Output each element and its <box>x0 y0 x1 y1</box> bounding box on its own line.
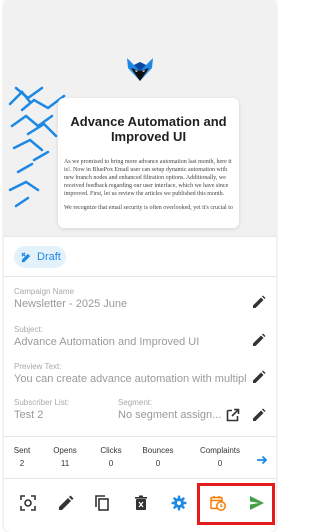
field-label: Subject: <box>14 325 43 334</box>
open-in-new-icon[interactable] <box>226 408 240 422</box>
stat-clicks: Clicks 0 <box>91 446 131 470</box>
settings-icon[interactable] <box>171 495 187 511</box>
stat-opens: Opens 11 <box>45 446 85 470</box>
campaign-card: Advance Automation and Improved UI As we… <box>4 0 276 532</box>
screenshot-icon[interactable] <box>20 495 36 511</box>
segment-field: Segment: No segment assign... <box>118 398 222 422</box>
stat-value: 0 <box>217 459 223 468</box>
stat-value: 0 <box>108 459 114 468</box>
field-label: Subscriber List: <box>14 398 70 407</box>
stat-bounces: Bounces 0 <box>138 446 178 470</box>
stat-complaints: Complaints 0 <box>190 446 250 470</box>
divider <box>4 436 276 437</box>
field-label: Campaign Name <box>14 287 75 296</box>
status-badge: Draft <box>14 246 66 268</box>
email-content: Advance Automation and Improved UI As we… <box>58 98 239 228</box>
stat-label: Clicks <box>100 446 122 455</box>
field-label: Segment: <box>118 398 153 407</box>
stat-label: Opens <box>53 446 77 455</box>
field-label: Preview Text: <box>14 362 62 371</box>
email-paragraph: We recognize that email security is ofte… <box>64 205 233 211</box>
field-value: No segment assign... <box>118 409 222 421</box>
field-value: Test 2 <box>14 409 44 421</box>
fox-logo-icon <box>127 58 153 81</box>
edit-icon[interactable] <box>252 333 266 347</box>
stat-value: 0 <box>155 459 161 468</box>
campaign-name-field: Campaign Name Newsletter - 2025 June <box>14 287 246 311</box>
email-title: Advance Automation and Improved UI <box>70 114 227 144</box>
arrow-right-icon[interactable] <box>256 454 268 466</box>
campaign-stats: Sent 2 Opens 11 Clicks 0 Bounces 0 Compl… <box>4 446 276 476</box>
edit-icon[interactable] <box>252 408 266 422</box>
send-icon[interactable] <box>249 495 265 511</box>
copy-icon[interactable] <box>94 495 110 511</box>
draft-pencil-icon <box>21 251 31 262</box>
divider <box>4 236 276 237</box>
subject-field: Subject: Advance Automation and Improved… <box>14 325 246 349</box>
field-value: Newsletter - 2025 June <box>14 298 128 310</box>
stat-value: 11 <box>60 459 70 468</box>
field-value: Advance Automation and Improved UI <box>14 336 200 348</box>
divider <box>4 478 276 479</box>
email-paragraph: As we promised to bring more advance aut… <box>64 159 232 197</box>
stat-label: Sent <box>13 446 31 455</box>
email-preview[interactable]: Advance Automation and Improved UI As we… <box>4 0 276 236</box>
field-value: You can create advance automation with m… <box>14 373 246 385</box>
stat-label: Complaints <box>199 446 240 455</box>
edit-icon[interactable] <box>252 295 266 309</box>
schedule-icon[interactable] <box>210 495 226 511</box>
edit-icon[interactable] <box>58 495 74 511</box>
preview-text-field: Preview Text: You can create advance aut… <box>14 362 246 386</box>
edit-icon[interactable] <box>252 370 266 384</box>
status-label: Draft <box>37 251 61 263</box>
delete-icon[interactable] <box>133 495 149 511</box>
stat-label: Bounces <box>142 446 174 455</box>
subscriber-list-field: Subscriber List: Test 2 <box>14 398 110 422</box>
divider <box>4 276 276 277</box>
stat-sent: Sent 2 <box>4 446 42 470</box>
stat-value: 2 <box>19 459 25 468</box>
